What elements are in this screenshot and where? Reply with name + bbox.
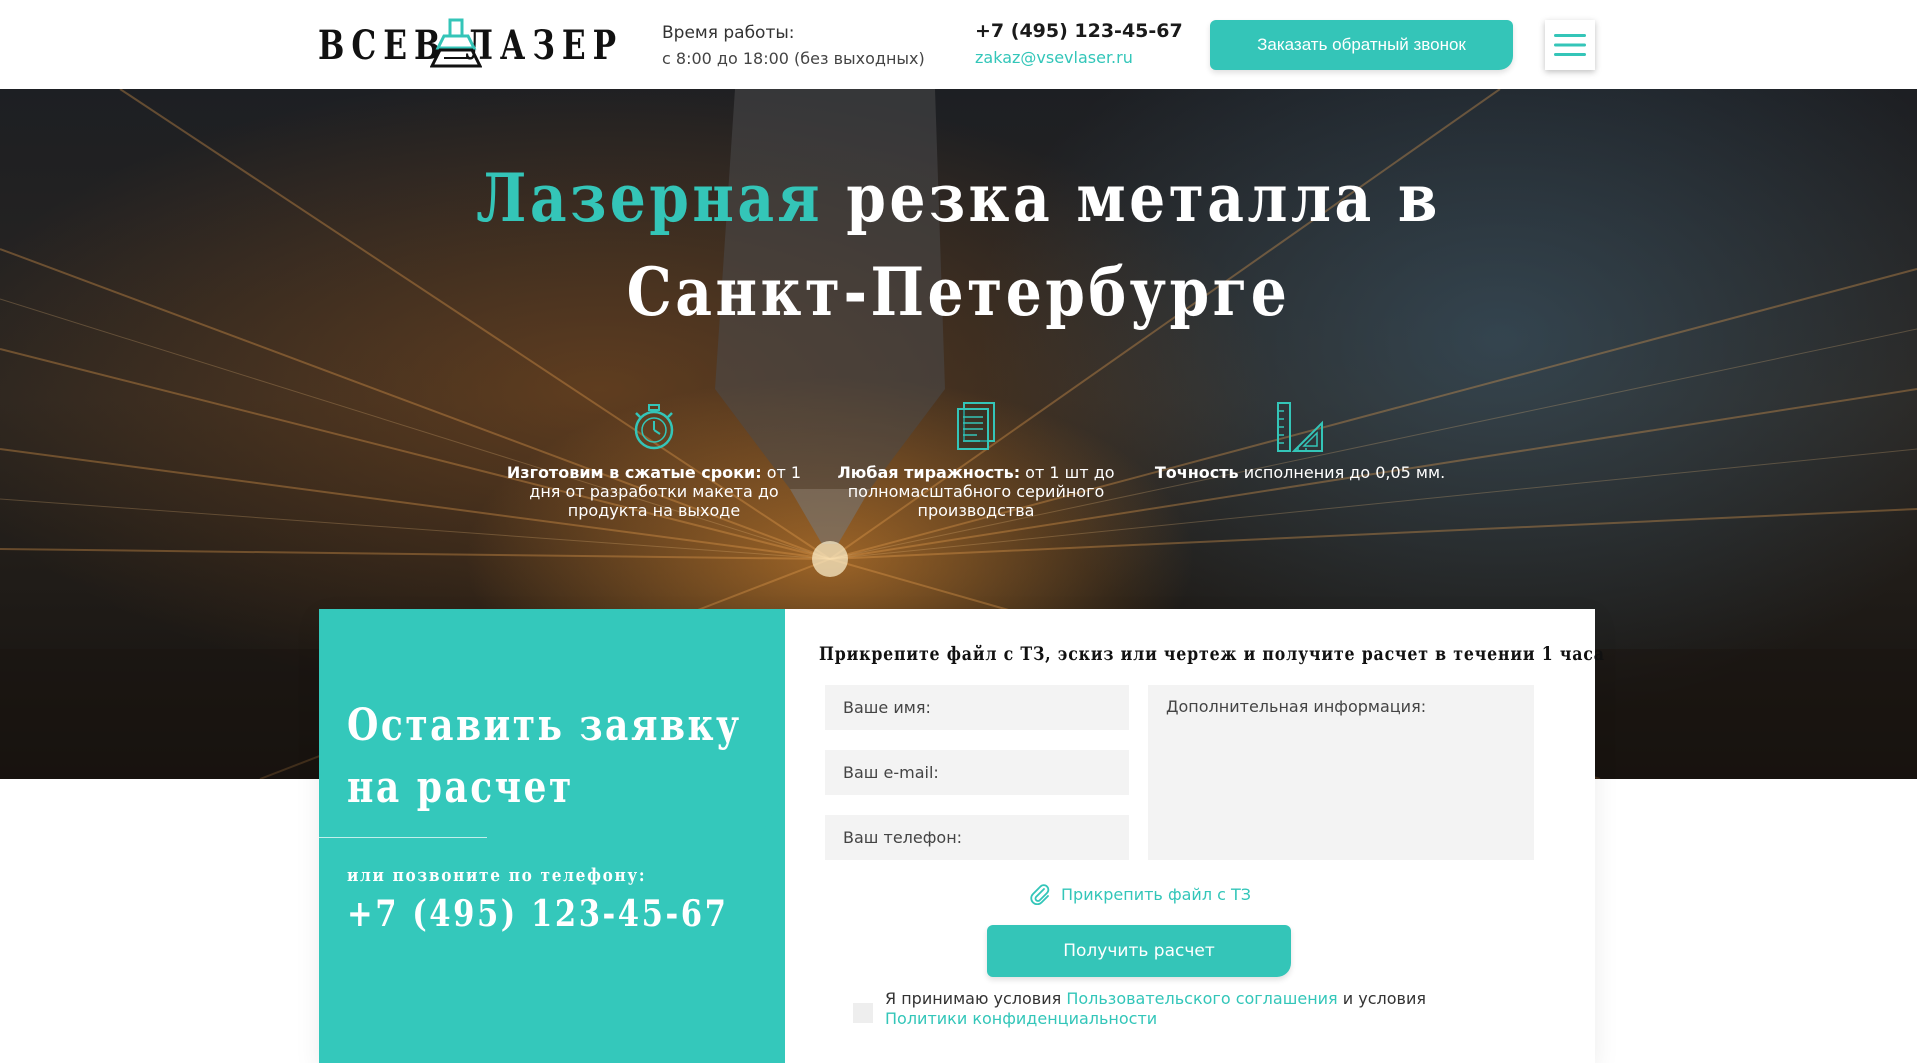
- request-panel: Оставить заявку на расчет или позвоните …: [319, 609, 785, 1063]
- panel-call-label: или позвоните по телефону:: [347, 865, 647, 886]
- agreement: Я принимаю условия Пользовательского сог…: [853, 989, 1426, 1029]
- hero-title-line2: Санкт-Петербурге: [626, 253, 1291, 331]
- header-contacts: +7 (495) 123-45-67 zakaz@vsevlaser.ru: [975, 18, 1183, 72]
- document-stack-icon: [957, 402, 995, 450]
- panel-divider: [319, 837, 487, 838]
- laser-logo-icon: [430, 18, 482, 68]
- feature-item: Точность исполнения до 0,05 мм.: [1150, 401, 1450, 482]
- stopwatch-icon: [634, 404, 674, 450]
- panel-phone-link[interactable]: +7 (495) 123-45-67: [347, 893, 728, 935]
- phone-input[interactable]: [825, 815, 1129, 860]
- feature-bold: Точность: [1154, 463, 1239, 482]
- hamburger-icon: [1554, 34, 1586, 56]
- user-agreement-link[interactable]: Пользовательского соглашения: [1066, 989, 1337, 1008]
- callback-button[interactable]: Заказать обратный звонок: [1210, 20, 1513, 70]
- additional-info-textarea[interactable]: [1148, 685, 1534, 860]
- request-form-section: Оставить заявку на расчет или позвоните …: [319, 609, 1604, 1063]
- agreement-text: Я принимаю условия Пользовательского сог…: [885, 989, 1426, 1029]
- privacy-policy-link[interactable]: Политики конфиденциальности: [885, 1009, 1157, 1028]
- agreement-checkbox[interactable]: [853, 1003, 873, 1023]
- agreement-text-1: Я принимаю условия: [885, 989, 1067, 1008]
- ruler-triangle-icon: [1277, 402, 1323, 452]
- header-phone-link[interactable]: +7 (495) 123-45-67: [975, 18, 1183, 44]
- attach-file-link[interactable]: Прикрепить файл с ТЗ: [1029, 883, 1251, 905]
- agreement-text-2: и условия: [1337, 989, 1426, 1008]
- hero-title-line1: резка металла в: [823, 159, 1441, 237]
- attach-file-label: Прикрепить файл с ТЗ: [1061, 884, 1252, 904]
- hours-title: Время работы:: [662, 23, 795, 43]
- form-heading: Прикрепите файл с ТЗ, эскиз или чертеж и…: [819, 643, 1605, 665]
- paperclip-icon: [1030, 884, 1050, 905]
- feature-text: исполнения до 0,05 мм.: [1238, 463, 1446, 482]
- hours-value: с 8:00 до 18:00 (без выходных): [662, 49, 925, 68]
- hero-title-accent: Лазерная: [476, 159, 824, 237]
- header-email-link[interactable]: zakaz@vsevlaser.ru: [975, 44, 1183, 72]
- site-header: ВСЕВ ЛАЗЕР Время работы: с 8:00 до 18:00…: [0, 0, 1917, 89]
- feature-item: Изготовим в сжатые сроки: от 1 дня от ра…: [504, 401, 804, 520]
- logo[interactable]: ВСЕВ ЛАЗЕР: [318, 18, 618, 72]
- feature-item: Любая тиражность: от 1 шт до полномасшта…: [826, 401, 1126, 520]
- get-estimate-button[interactable]: Получить расчет: [987, 925, 1291, 977]
- panel-title: Оставить заявку на расчет: [347, 700, 742, 813]
- feature-bold: Любая тиражность:: [837, 463, 1021, 482]
- hero-title: Лазерная резка металла в Санкт-Петербург…: [134, 151, 1783, 339]
- menu-button[interactable]: [1545, 20, 1595, 70]
- feature-bold: Изготовим в сжатые сроки:: [506, 463, 762, 482]
- panel-notch: [755, 784, 785, 944]
- email-input[interactable]: [825, 750, 1129, 795]
- name-input[interactable]: [825, 685, 1129, 730]
- working-hours: Время работы: с 8:00 до 18:00 (без выход…: [662, 20, 925, 72]
